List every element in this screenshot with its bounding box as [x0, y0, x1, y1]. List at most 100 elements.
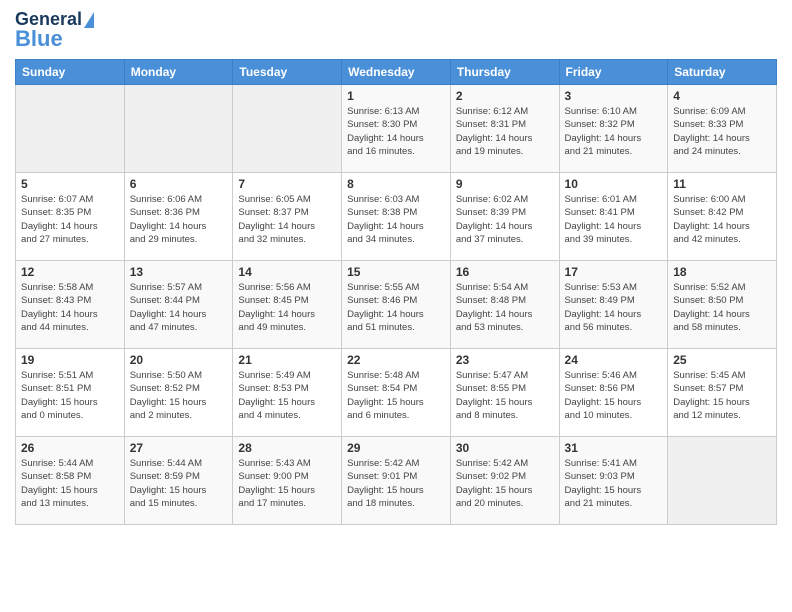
- day-number-31: 31: [565, 441, 663, 455]
- day-cell-15: 15Sunrise: 5:55 AMSunset: 8:46 PMDayligh…: [342, 260, 451, 348]
- day-cell-6: 6Sunrise: 6:06 AMSunset: 8:36 PMDaylight…: [124, 172, 233, 260]
- day-number-26: 26: [21, 441, 119, 455]
- day-info-24: Sunrise: 5:46 AMSunset: 8:56 PMDaylight:…: [565, 369, 663, 422]
- day-cell-10: 10 Sunrise: 6:01 AMSunset: 8:41 PMDayligh…: [559, 172, 668, 260]
- day-cell-21: 21 Sunrise: 5:49 AMSunset: 8:53 PMDayligh…: [233, 348, 342, 436]
- day-info-16: Sunrise: 5:54 AMSunset: 8:48 PMDaylight:…: [456, 281, 554, 334]
- day-cell-28: 28 Sunrise: 5:43 AMSunset: 9:00 PMDayligh…: [233, 436, 342, 524]
- day-number-3: 3: [565, 89, 663, 103]
- day-number-21: 21: [238, 353, 336, 367]
- day-number-30: 30: [456, 441, 554, 455]
- week-row-3: 12 Sunrise: 5:58 AMSunset: 8:43 PMDayligh…: [16, 260, 777, 348]
- day-cell-23: 23 Sunrise: 5:47 AMSunset: 8:55 PMDayligh…: [450, 348, 559, 436]
- day-info-25: Sunrise: 5:45 AMSunset: 8:57 PMDaylight:…: [673, 369, 771, 422]
- day-info-13: Sunrise: 5:57 AMSunset: 8:44 PMDaylight:…: [130, 281, 228, 334]
- day-info-3: Sunrise: 6:10 AMSunset: 8:32 PMDaylight:…: [565, 105, 663, 158]
- day-cell-14: 14 Sunrise: 5:56 AMSunset: 8:45 PMDayligh…: [233, 260, 342, 348]
- day-number-23: 23: [456, 353, 554, 367]
- day-number-10: 10: [565, 177, 663, 191]
- day-info-7: Sunrise: 6:05 AMSunset: 8:37 PMDaylight:…: [238, 193, 336, 246]
- day-info-20: Sunrise: 5:50 AMSunset: 8:52 PMDaylight:…: [130, 369, 228, 422]
- day-info-18: Sunrise: 5:52 AMSunset: 8:50 PMDaylight:…: [673, 281, 771, 334]
- col-header-monday: Monday: [124, 59, 233, 84]
- day-info-1: Sunrise: 6:13 AMSunset: 8:30 PMDaylight:…: [347, 105, 445, 158]
- day-cell-16: 16 Sunrise: 5:54 AMSunset: 8:48 PMDayligh…: [450, 260, 559, 348]
- day-info-2: Sunrise: 6:12 AMSunset: 8:31 PMDaylight:…: [456, 105, 554, 158]
- day-cell-31: 31 Sunrise: 5:41 AMSunset: 9:03 PMDayligh…: [559, 436, 668, 524]
- day-number-19: 19: [21, 353, 119, 367]
- day-info-9: Sunrise: 6:02 AMSunset: 8:39 PMDaylight:…: [456, 193, 554, 246]
- day-cell-30: 30 Sunrise: 5:42 AMSunset: 9:02 PMDayligh…: [450, 436, 559, 524]
- col-header-friday: Friday: [559, 59, 668, 84]
- day-info-31: Sunrise: 5:41 AMSunset: 9:03 PMDaylight:…: [565, 457, 663, 510]
- day-info-30: Sunrise: 5:42 AMSunset: 9:02 PMDaylight:…: [456, 457, 554, 510]
- empty-cell: [233, 84, 342, 172]
- col-header-wednesday: Wednesday: [342, 59, 451, 84]
- col-header-sunday: Sunday: [16, 59, 125, 84]
- day-info-5: Sunrise: 6:07 AMSunset: 8:35 PMDaylight:…: [21, 193, 119, 246]
- day-info-10: Sunrise: 6:01 AMSunset: 8:41 PMDaylight:…: [565, 193, 663, 246]
- day-cell-20: 20 Sunrise: 5:50 AMSunset: 8:52 PMDayligh…: [124, 348, 233, 436]
- day-info-12: Sunrise: 5:58 AMSunset: 8:43 PMDaylight:…: [21, 281, 119, 334]
- day-info-29: Sunrise: 5:42 AMSunset: 9:01 PMDaylight:…: [347, 457, 445, 510]
- day-cell-12: 12 Sunrise: 5:58 AMSunset: 8:43 PMDayligh…: [16, 260, 125, 348]
- day-number-12: 12: [21, 265, 119, 279]
- day-number-2: 2: [456, 89, 554, 103]
- day-number-27: 27: [130, 441, 228, 455]
- col-header-saturday: Saturday: [668, 59, 777, 84]
- day-cell-2: 2 Sunrise: 6:12 AMSunset: 8:31 PMDaylight…: [450, 84, 559, 172]
- day-info-17: Sunrise: 5:53 AMSunset: 8:49 PMDaylight:…: [565, 281, 663, 334]
- col-header-thursday: Thursday: [450, 59, 559, 84]
- week-row-5: 26 Sunrise: 5:44 AMSunset: 8:58 PMDayligh…: [16, 436, 777, 524]
- day-number-11: 11: [673, 177, 771, 191]
- day-cell-8: 8Sunrise: 6:03 AMSunset: 8:38 PMDaylight…: [342, 172, 451, 260]
- day-cell-29: 29 Sunrise: 5:42 AMSunset: 9:01 PMDayligh…: [342, 436, 451, 524]
- week-row-2: 5 Sunrise: 6:07 AMSunset: 8:35 PMDaylight…: [16, 172, 777, 260]
- col-header-tuesday: Tuesday: [233, 59, 342, 84]
- day-number-13: 13: [130, 265, 228, 279]
- day-cell-7: 7 Sunrise: 6:05 AMSunset: 8:37 PMDaylight…: [233, 172, 342, 260]
- empty-cell: [16, 84, 125, 172]
- day-cell-5: 5 Sunrise: 6:07 AMSunset: 8:35 PMDaylight…: [16, 172, 125, 260]
- day-number-25: 25: [673, 353, 771, 367]
- day-info-14: Sunrise: 5:56 AMSunset: 8:45 PMDaylight:…: [238, 281, 336, 334]
- day-cell-22: 22Sunrise: 5:48 AMSunset: 8:54 PMDayligh…: [342, 348, 451, 436]
- calendar-table: SundayMondayTuesdayWednesdayThursdayFrid…: [15, 59, 777, 525]
- day-number-22: 22: [347, 353, 445, 367]
- day-number-18: 18: [673, 265, 771, 279]
- day-number-20: 20: [130, 353, 228, 367]
- day-number-5: 5: [21, 177, 119, 191]
- week-row-4: 19 Sunrise: 5:51 AMSunset: 8:51 PMDayligh…: [16, 348, 777, 436]
- logo: General Blue: [15, 10, 94, 51]
- day-info-27: Sunrise: 5:44 AMSunset: 8:59 PMDaylight:…: [130, 457, 228, 510]
- day-number-29: 29: [347, 441, 445, 455]
- day-number-4: 4: [673, 89, 771, 103]
- day-info-23: Sunrise: 5:47 AMSunset: 8:55 PMDaylight:…: [456, 369, 554, 422]
- day-cell-26: 26 Sunrise: 5:44 AMSunset: 8:58 PMDayligh…: [16, 436, 125, 524]
- week-row-1: 1 Sunrise: 6:13 AMSunset: 8:30 PMDaylight…: [16, 84, 777, 172]
- day-number-28: 28: [238, 441, 336, 455]
- day-number-16: 16: [456, 265, 554, 279]
- logo-text-blue: Blue: [15, 27, 63, 51]
- day-number-1: 1: [347, 89, 445, 103]
- day-info-28: Sunrise: 5:43 AMSunset: 9:00 PMDaylight:…: [238, 457, 336, 510]
- day-cell-9: 9 Sunrise: 6:02 AMSunset: 8:39 PMDaylight…: [450, 172, 559, 260]
- day-cell-1: 1 Sunrise: 6:13 AMSunset: 8:30 PMDaylight…: [342, 84, 451, 172]
- day-cell-19: 19 Sunrise: 5:51 AMSunset: 8:51 PMDayligh…: [16, 348, 125, 436]
- day-cell-13: 13 Sunrise: 5:57 AMSunset: 8:44 PMDayligh…: [124, 260, 233, 348]
- day-number-14: 14: [238, 265, 336, 279]
- day-info-26: Sunrise: 5:44 AMSunset: 8:58 PMDaylight:…: [21, 457, 119, 510]
- empty-cell: [124, 84, 233, 172]
- day-number-7: 7: [238, 177, 336, 191]
- day-cell-11: 11 Sunrise: 6:00 AMSunset: 8:42 PMDayligh…: [668, 172, 777, 260]
- day-info-19: Sunrise: 5:51 AMSunset: 8:51 PMDaylight:…: [21, 369, 119, 422]
- day-cell-18: 18 Sunrise: 5:52 AMSunset: 8:50 PMDayligh…: [668, 260, 777, 348]
- day-number-24: 24: [565, 353, 663, 367]
- day-cell-17: 17Sunrise: 5:53 AMSunset: 8:49 PMDayligh…: [559, 260, 668, 348]
- day-info-21: Sunrise: 5:49 AMSunset: 8:53 PMDaylight:…: [238, 369, 336, 422]
- day-cell-25: 25 Sunrise: 5:45 AMSunset: 8:57 PMDayligh…: [668, 348, 777, 436]
- day-number-9: 9: [456, 177, 554, 191]
- day-info-11: Sunrise: 6:00 AMSunset: 8:42 PMDaylight:…: [673, 193, 771, 246]
- day-info-8: Sunrise: 6:03 AMSunset: 8:38 PMDaylight:…: [347, 193, 445, 246]
- empty-cell: [668, 436, 777, 524]
